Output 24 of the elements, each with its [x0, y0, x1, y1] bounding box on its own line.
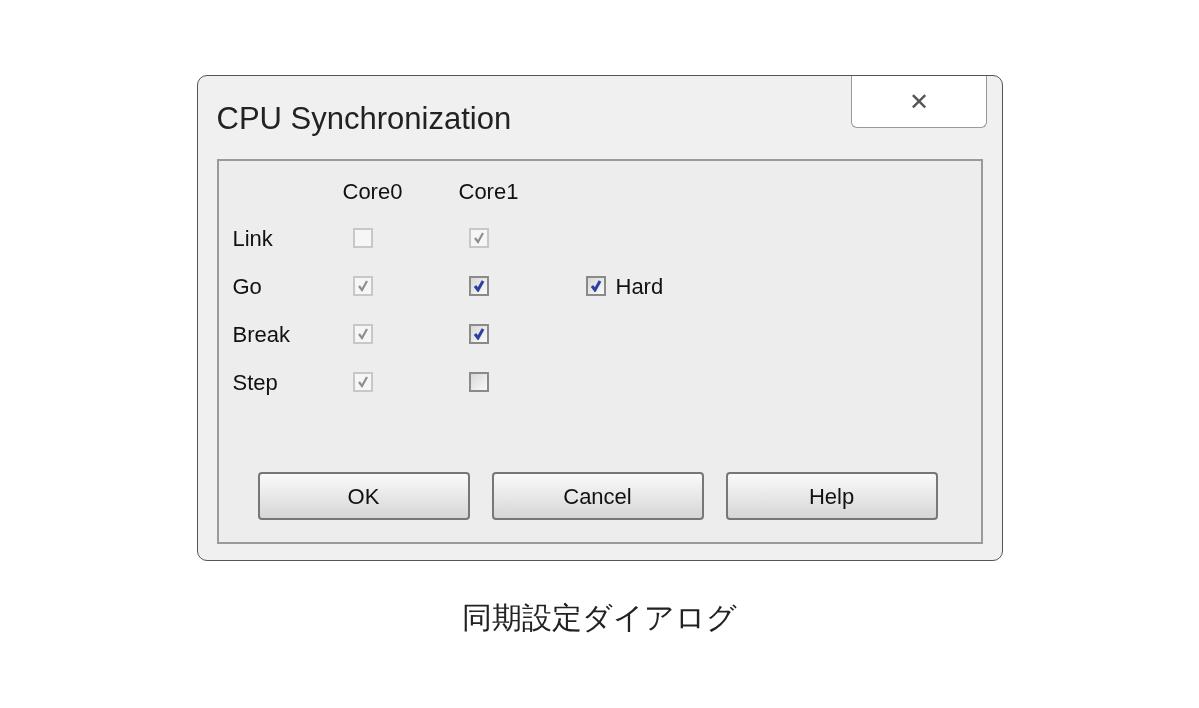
checkbox[interactable] [468, 276, 489, 296]
checkbox-label: Hard [615, 272, 664, 301]
window-title: CPU Synchronization [216, 100, 512, 138]
row-label: Go [232, 272, 263, 301]
checkmark-icon [356, 280, 369, 292]
checkbox[interactable] [585, 276, 606, 296]
checkmark-icon [589, 280, 602, 292]
column-header: Core1 [458, 178, 520, 205]
checkbox[interactable] [468, 372, 489, 392]
checkmark-icon [472, 328, 485, 340]
row-label: Link [232, 224, 274, 253]
checkmark-icon [356, 376, 369, 388]
close-button[interactable]: ✕ [850, 76, 987, 128]
checkmark-icon [472, 232, 485, 244]
dialog-button[interactable]: Cancel [491, 472, 704, 520]
checkmark-icon [472, 280, 485, 292]
checkmark-icon [356, 328, 369, 340]
column-header: Core0 [342, 178, 404, 205]
dialog-button[interactable]: Help [725, 472, 938, 520]
dialog-button[interactable]: OK [257, 472, 470, 520]
row-label: Step [232, 368, 279, 397]
row-label: Break [232, 320, 291, 349]
caption: 同期設定ダイアログ [462, 599, 737, 637]
checkbox[interactable] [468, 324, 489, 344]
